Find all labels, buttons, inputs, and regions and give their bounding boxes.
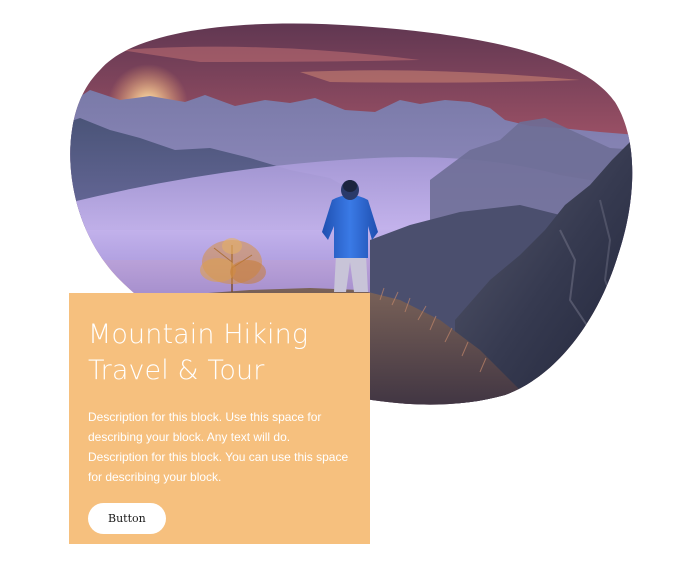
card-description: Description for this block. Use this spa…: [88, 410, 349, 484]
card-button[interactable]: Button: [88, 503, 166, 534]
card-title: Mountain Hiking Travel & Tour: [88, 319, 309, 386]
feature-card: Mountain Hiking Travel & Tour Descriptio…: [69, 293, 370, 544]
